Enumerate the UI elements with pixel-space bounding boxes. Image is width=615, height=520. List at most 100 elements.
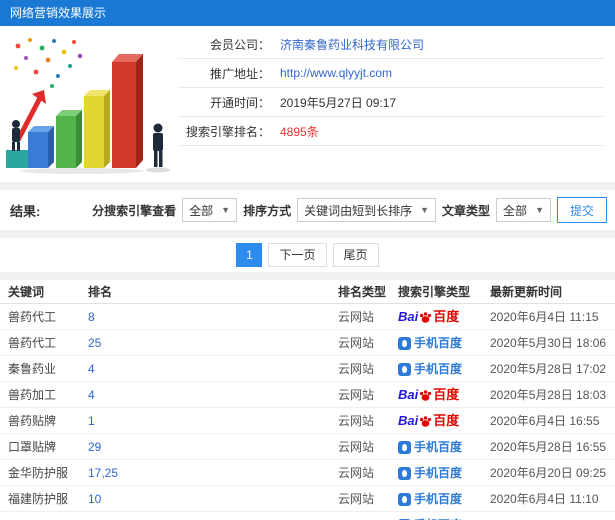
article-type-filter-value: 全部 (503, 203, 528, 218)
article-type-filter-select[interactable]: 全部 ▼ (496, 198, 551, 222)
keyword-cell: 兽药加工 (8, 388, 57, 402)
table-row: 兽药代工 25 云网站 手机百度 2020年5月30日 18:06 (0, 330, 615, 356)
baidu-logo-bai-text: Bai (398, 387, 419, 402)
update-time-cell: 2020年6月4日 11:10 (490, 492, 599, 506)
rank-link[interactable]: 4 (88, 356, 95, 382)
rank-link[interactable]: 25 (88, 330, 101, 356)
member-info-value[interactable]: http://www.qlyyjt.com (280, 66, 392, 80)
mobile-baidu-icon (398, 466, 411, 480)
rank-link[interactable]: 10 (88, 486, 101, 512)
rank-type-cell: 云网站 (338, 336, 375, 350)
member-info-value[interactable]: 济南秦鲁药业科技有限公司 (280, 36, 424, 53)
engine-cell: 手机百度 (398, 330, 462, 356)
table-row: 兽药代工 8 云网站 Bai 百度 2020年6月4日 11:15 (0, 304, 615, 330)
member-info-label: 开通时间： (209, 95, 270, 110)
member-info-panel: 会员公司： 济南秦鲁药业科技有限公司 推广地址： http://www.qlyy… (0, 26, 615, 182)
marketing-report-page: 网络营销效果展示 会员公司： 济南秦鲁药业科技有限公司 推广地址： http:/… (0, 0, 615, 520)
keyword-cell: 口罩贴牌 (8, 440, 57, 454)
engine-cell: Bai 百度 (398, 408, 459, 434)
member-info-value: 2019年5月27日 09:17 (280, 95, 397, 110)
keyword-cell: 兽药代工 (8, 336, 57, 350)
bar-yellow (84, 90, 110, 168)
rank-type-cell: 云网站 (338, 492, 375, 506)
header-rank-type: 排名类型 (338, 285, 387, 299)
window-titlebar: 网络营销效果展示 (0, 0, 615, 26)
keyword-cell: 兽药代工 (8, 310, 57, 324)
rank-link[interactable]: 1 (88, 408, 95, 434)
member-info-label: 会员公司： (209, 37, 270, 52)
rank-type-cell: 云网站 (338, 440, 375, 454)
update-time-cell: 2020年5月30日 18:06 (490, 336, 607, 350)
rank-type-cell: 云网站 (338, 310, 375, 324)
engine-cell: Bai 百度 (398, 304, 459, 330)
sort-filter-select[interactable]: 关键词由短到长排序 ▼ (297, 198, 437, 222)
baidu-logo-cn-text: 百度 (433, 387, 460, 402)
mobile-baidu-logo: 手机百度 (398, 434, 462, 460)
chevron-down-icon: ▼ (420, 205, 430, 215)
table-row: 兽药加工 4 云网站 Bai 百度 2020年5月28日 18:03 (0, 382, 615, 408)
engine-filter-label: 分搜索引擎查看 (92, 203, 177, 218)
update-time-cell: 2020年5月28日 16:55 (490, 440, 607, 454)
page-number-current[interactable]: 1 (236, 243, 263, 267)
engine-filter-select[interactable]: 全部 ▼ (182, 198, 238, 222)
pagination: 1 下一页 尾页 (0, 238, 615, 272)
marketing-chart-illustration (6, 38, 170, 174)
header-update-time: 最新更新时间 (490, 285, 563, 299)
update-time-cell: 2020年5月28日 17:02 (490, 362, 607, 376)
member-info-row: 搜索引擎排名： 4895条 (178, 117, 604, 146)
rank-link[interactable]: 29 (88, 434, 101, 460)
mobile-baidu-text: 手机百度 (414, 512, 462, 520)
baidu-logo: Bai 百度 (398, 382, 459, 408)
table-row: 手机百度 (0, 512, 615, 520)
mobile-baidu-icon (398, 440, 411, 454)
engine-cell: 手机百度 (398, 486, 462, 512)
member-info-row: 推广地址： http://www.qlyyjt.com (178, 59, 604, 88)
header-engine-type: 搜索引擎类型 (398, 285, 471, 299)
rank-link[interactable]: 8 (88, 304, 95, 330)
bar-blue (28, 126, 54, 168)
update-time-cell: 2020年6月4日 11:15 (490, 310, 599, 324)
update-time-cell: 2020年5月28日 18:03 (490, 388, 607, 402)
confetti-dots (14, 38, 83, 88)
keyword-cell: 福建防护服 (8, 492, 69, 506)
engine-cell: 手机百度 (398, 460, 462, 486)
chevron-down-icon: ▼ (221, 205, 231, 215)
result-label: 结果: (10, 203, 41, 219)
bar-green (56, 110, 82, 168)
baidu-logo-bai-text: Bai (398, 309, 419, 324)
next-page-button[interactable]: 下一页 (268, 243, 327, 267)
baidu-logo-bai-text: Bai (398, 413, 419, 428)
sort-filter-label: 排序方式 (243, 203, 292, 218)
member-info-label: 搜索引擎排名： (185, 124, 270, 139)
mobile-baidu-text: 手机百度 (414, 440, 463, 454)
mobile-baidu-logo: 手机百度 (398, 486, 462, 512)
header-keyword: 关键词 (8, 285, 45, 299)
baidu-logo-cn-text: 百度 (433, 413, 460, 428)
member-info-label: 推广地址： (209, 66, 270, 81)
table-row: 金华防护服 17,25 云网站 手机百度 2020年6月20日 09:25 (0, 460, 615, 486)
last-page-button[interactable]: 尾页 (332, 243, 379, 267)
update-time-cell: 2020年6月4日 16:55 (490, 414, 600, 428)
member-info-list: 会员公司： 济南秦鲁药业科技有限公司 推广地址： http://www.qlyy… (178, 30, 604, 146)
chevron-down-icon: ▼ (535, 205, 544, 215)
update-time-cell: 2020年6月20日 09:25 (490, 466, 607, 480)
table-row: 秦鲁药业 4 云网站 手机百度 2020年5月28日 17:02 (0, 356, 615, 382)
bar-red (112, 54, 143, 168)
mobile-baidu-text: 手机百度 (414, 466, 463, 480)
member-info-row: 开通时间： 2019年5月27日 09:17 (178, 88, 604, 117)
businessman-right-figure (146, 123, 170, 173)
baidu-paw-icon (420, 415, 432, 427)
baidu-paw-icon (420, 311, 432, 323)
mobile-baidu-icon (398, 492, 411, 506)
rank-link[interactable]: 4 (88, 382, 95, 408)
engine-cell: 手机百度 (398, 512, 462, 520)
mobile-baidu-text: 手机百度 (414, 362, 463, 376)
baidu-logo: Bai 百度 (398, 304, 459, 330)
keyword-cell: 金华防护服 (8, 466, 69, 480)
mobile-baidu-icon (398, 362, 411, 376)
results-table: 关键词 排名 排名类型 搜索引擎类型 最新更新时间 兽药代工 8 云网站 Bai… (0, 280, 615, 520)
table-row: 福建防护服 10 云网站 手机百度 2020年6月4日 11:10 (0, 486, 615, 512)
submit-button[interactable]: 提交 (556, 197, 607, 223)
baidu-logo-cn-text: 百度 (433, 309, 460, 324)
rank-link[interactable]: 17,25 (88, 460, 118, 486)
